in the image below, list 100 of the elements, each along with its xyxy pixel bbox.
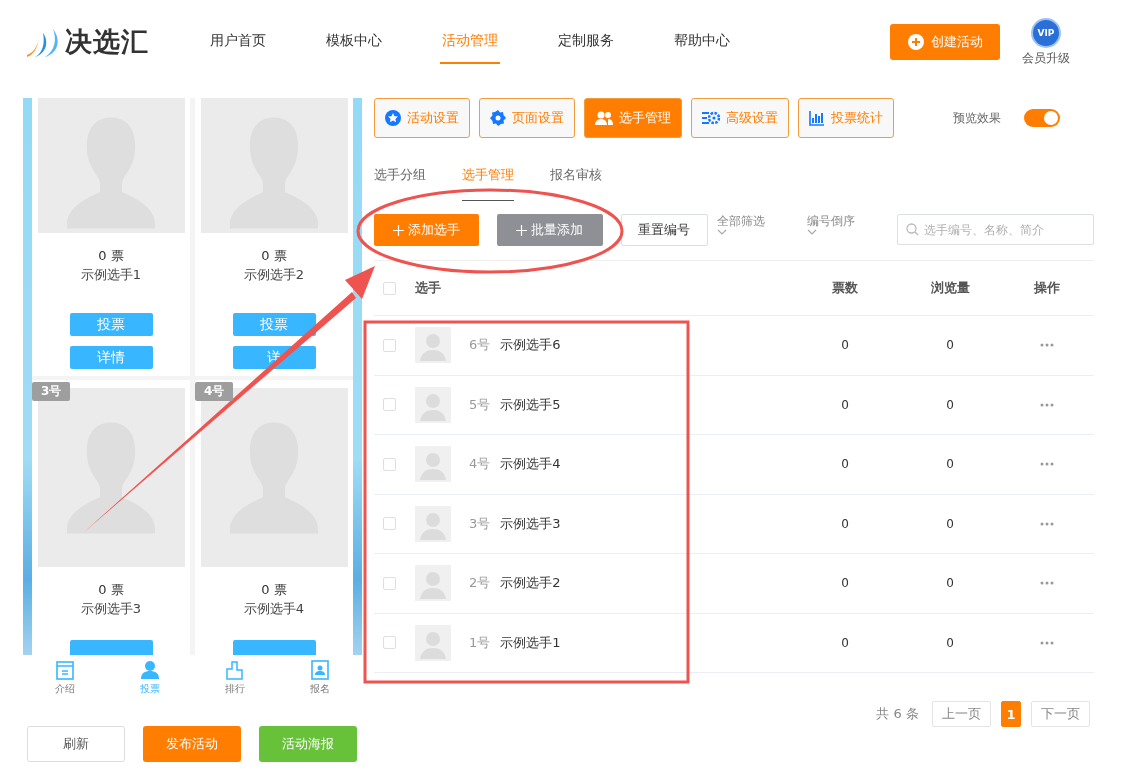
row-checkbox[interactable] (383, 398, 396, 412)
vote-button[interactable]: 投票 (232, 313, 316, 336)
vote-count: 0 票 (98, 581, 124, 600)
candidate-name: 示例选手3 (500, 514, 561, 533)
tab-bar-item[interactable]: 报名 (277, 655, 362, 700)
toolbar-tab[interactable]: 选手管理 (584, 98, 682, 138)
vip-badge[interactable]: VIP (1031, 17, 1061, 48)
candidate-name: 示例选手2 (500, 574, 561, 593)
candidate-number: 3号 (469, 514, 491, 533)
sub-tab[interactable]: 报名审核 (550, 166, 602, 201)
nav-item[interactable]: 定制服务 (558, 20, 614, 64)
more-icon[interactable] (1040, 521, 1054, 526)
previous-page-button[interactable]: 上一页 (932, 701, 991, 727)
candidate-name: 示例选手1 (500, 633, 561, 652)
votes-cell: 0 (841, 516, 849, 531)
sub-tab[interactable]: 选手分组 (374, 166, 426, 201)
preview-toggle[interactable] (1024, 109, 1060, 127)
candidate-number: 5号 (469, 395, 491, 414)
votes-cell: 0 (841, 338, 849, 353)
add-candidate-button[interactable]: 添加选手 (374, 214, 479, 246)
gear-icon (490, 110, 506, 126)
column-header: 选手 (415, 279, 442, 297)
bar-chart-icon (224, 659, 245, 680)
logo-text: 决选汇 (65, 25, 149, 59)
tab-bar-item[interactable]: 介绍 (23, 655, 108, 700)
candidate-name: 示例选手5 (500, 395, 561, 414)
filter-dropdown[interactable]: 编号倒序 (807, 214, 897, 235)
candidate-name: 示例选手6 (500, 336, 561, 355)
create-activity-button[interactable]: 创建活动 (890, 24, 1000, 60)
row-checkbox[interactable] (383, 517, 396, 531)
plus-icon (392, 224, 404, 236)
candidate-name: 示例选手1 (80, 266, 142, 284)
chevron-down-icon (717, 229, 728, 235)
more-icon[interactable] (1040, 462, 1054, 467)
refresh-button[interactable]: 刷新 (27, 726, 125, 762)
candidate-name: 示例选手2 (243, 266, 305, 284)
poster-button[interactable]: 活动海报 (259, 726, 357, 762)
filter-dropdown[interactable]: 全部筛选 (717, 214, 808, 235)
users-icon (595, 110, 613, 126)
sub-tab[interactable]: 选手管理 (462, 166, 514, 201)
plus-circle-icon (907, 34, 924, 50)
candidate-number: 4号 (469, 455, 491, 474)
toolbar-tab[interactable]: 活动设置 (374, 98, 470, 138)
batch-add-button[interactable]: 批量添加 (496, 214, 603, 246)
publish-button[interactable]: 发布活动 (143, 726, 241, 762)
more-icon[interactable] (1040, 640, 1054, 645)
preview-toggle-label: 预览效果 (953, 109, 1001, 127)
views-cell: 0 (946, 457, 954, 472)
views-cell: 0 (946, 635, 954, 650)
views-cell: 0 (946, 576, 954, 591)
vote-count: 0 票 (261, 581, 287, 600)
chevron-down-icon (807, 229, 818, 235)
plus-icon (516, 224, 528, 236)
vote-button[interactable]: 投票 (69, 313, 153, 336)
document-icon (55, 659, 76, 680)
next-page-button[interactable]: 下一页 (1031, 701, 1090, 727)
row-checkbox[interactable] (383, 576, 396, 590)
select-all-checkbox[interactable] (383, 281, 396, 295)
candidate-name: 示例选手3 (80, 600, 142, 619)
nav-item[interactable]: 活动管理 (440, 20, 500, 64)
search-field[interactable]: 选手编号、名称、简介 (897, 214, 1094, 245)
vip-upgrade-link[interactable]: 会员升级 (1022, 49, 1070, 67)
avatar-silhouette-icon (415, 565, 451, 602)
row-checkbox[interactable] (383, 457, 396, 471)
id-card-icon (309, 659, 330, 680)
avatar-silhouette-icon (415, 505, 451, 542)
candidate-name: 示例选手4 (243, 600, 305, 619)
avatar-silhouette-icon (415, 386, 451, 423)
votes-cell: 0 (841, 457, 849, 472)
reset-number-button[interactable]: 重置编号 (620, 214, 709, 246)
votes-cell: 0 (841, 576, 849, 591)
nav-item[interactable]: 帮助中心 (674, 20, 730, 64)
nav-item[interactable]: 模板中心 (326, 20, 382, 64)
total-count: 共 6 条 (876, 705, 919, 723)
number-badge: 3号 (32, 382, 71, 401)
toolbar-tab[interactable]: 高级设置 (691, 98, 789, 138)
page-button[interactable]: 1 (1001, 701, 1021, 727)
views-cell: 0 (946, 397, 954, 412)
candidate-number: 6号 (469, 336, 491, 355)
votes-cell: 0 (841, 397, 849, 412)
avatar-silhouette-icon (415, 327, 451, 364)
tab-bar-item[interactable]: 排行 (192, 655, 278, 700)
vote-count: 0 票 (261, 247, 287, 265)
candidate-number: 1号 (469, 633, 491, 652)
bar-chart-icon (809, 110, 825, 126)
more-icon[interactable] (1040, 343, 1054, 348)
row-checkbox[interactable] (383, 636, 396, 650)
tab-bar-item[interactable]: 投票 (107, 655, 193, 700)
number-badge: 4号 (195, 382, 234, 401)
views-cell: 0 (946, 338, 954, 353)
more-icon[interactable] (1040, 402, 1054, 407)
details-button[interactable]: 详情 (69, 346, 153, 369)
toolbar-tab[interactable]: 页面设置 (479, 98, 575, 138)
views-cell: 0 (946, 516, 954, 531)
more-icon[interactable] (1040, 581, 1054, 586)
candidate-name: 示例选手4 (500, 455, 561, 474)
toolbar-tab[interactable]: 投票统计 (798, 98, 894, 138)
row-checkbox[interactable] (383, 338, 396, 352)
nav-item[interactable]: 用户首页 (210, 20, 266, 64)
votes-cell: 0 (841, 635, 849, 650)
